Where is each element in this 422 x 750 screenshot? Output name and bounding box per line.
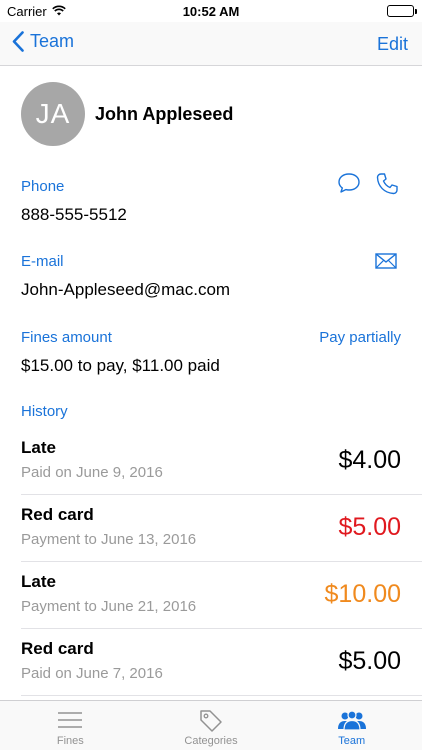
- email-field: E-mail John-Appleseed@mac.com: [21, 253, 401, 300]
- navigation-bar: Team Edit: [0, 22, 422, 66]
- tab-team[interactable]: Team: [281, 701, 422, 750]
- email-label: E-mail: [21, 253, 64, 270]
- history-row[interactable]: Red card Payment to June 13, 2016 $5.00: [21, 495, 422, 562]
- battery-icon: [387, 5, 417, 17]
- history-date: Paid on June 7, 2016: [21, 665, 163, 682]
- tab-fines-label: Fines: [56, 735, 84, 747]
- status-bar: Carrier 10:52 AM: [0, 0, 422, 22]
- history-title: Red card: [21, 639, 94, 658]
- phone-call-icon[interactable]: [375, 172, 399, 201]
- message-icon[interactable]: [337, 172, 361, 199]
- list-icon: [58, 712, 83, 728]
- tab-fines[interactable]: Fines: [0, 701, 141, 750]
- tab-categories[interactable]: Categories: [141, 701, 282, 750]
- fines-value: $15.00 to pay, $11.00 paid: [21, 356, 220, 375]
- phone-field: Phone 888-555-5512: [21, 173, 401, 225]
- history-amount: $4.00: [338, 446, 401, 474]
- status-time: 10:52 AM: [182, 4, 240, 19]
- edit-button[interactable]: Edit: [377, 34, 408, 55]
- back-button-label: Team: [30, 31, 75, 51]
- profile-header: JA John Appleseed: [21, 82, 233, 146]
- tab-categories-label: Categories: [184, 735, 238, 747]
- history-title: Late: [21, 572, 56, 591]
- history-title: Late: [21, 438, 56, 457]
- history-amount: $5.00: [338, 513, 401, 541]
- history-row[interactable]: Red card Paid on June 7, 2016 $5.00: [21, 629, 422, 696]
- history-title: Red card: [21, 505, 94, 524]
- history-date: Paid on June 9, 2016: [21, 464, 163, 481]
- history-label: History: [21, 403, 68, 420]
- history-row[interactable]: Late Payment to June 21, 2016 $10.00: [21, 562, 422, 629]
- history-amount: $5.00: [338, 647, 401, 675]
- profile-name: John Appleseed: [95, 103, 234, 124]
- phone-value[interactable]: 888-555-5512: [21, 205, 401, 225]
- history-row[interactable]: Late Paid on June 9, 2016 $4.00: [21, 428, 422, 495]
- fines-field: Fines amount $15.00 to pay, $11.00 paid …: [21, 329, 401, 376]
- history-date: Payment to June 21, 2016: [21, 598, 197, 615]
- chevron-left-icon: [12, 31, 24, 52]
- pay-partially-button[interactable]: Pay partially: [319, 329, 401, 346]
- email-value[interactable]: John-Appleseed@mac.com: [21, 280, 401, 300]
- history-amount: $10.00: [324, 580, 401, 608]
- tag-icon: [200, 710, 222, 732]
- mail-icon[interactable]: [375, 253, 397, 274]
- history-date: Payment to June 13, 2016: [21, 531, 197, 548]
- back-button[interactable]: Team: [12, 31, 74, 52]
- tab-team-label: Team: [338, 735, 366, 747]
- team-icon: [337, 710, 366, 731]
- tab-bar: Fines Categories Team: [0, 700, 422, 750]
- avatar: JA: [21, 82, 85, 146]
